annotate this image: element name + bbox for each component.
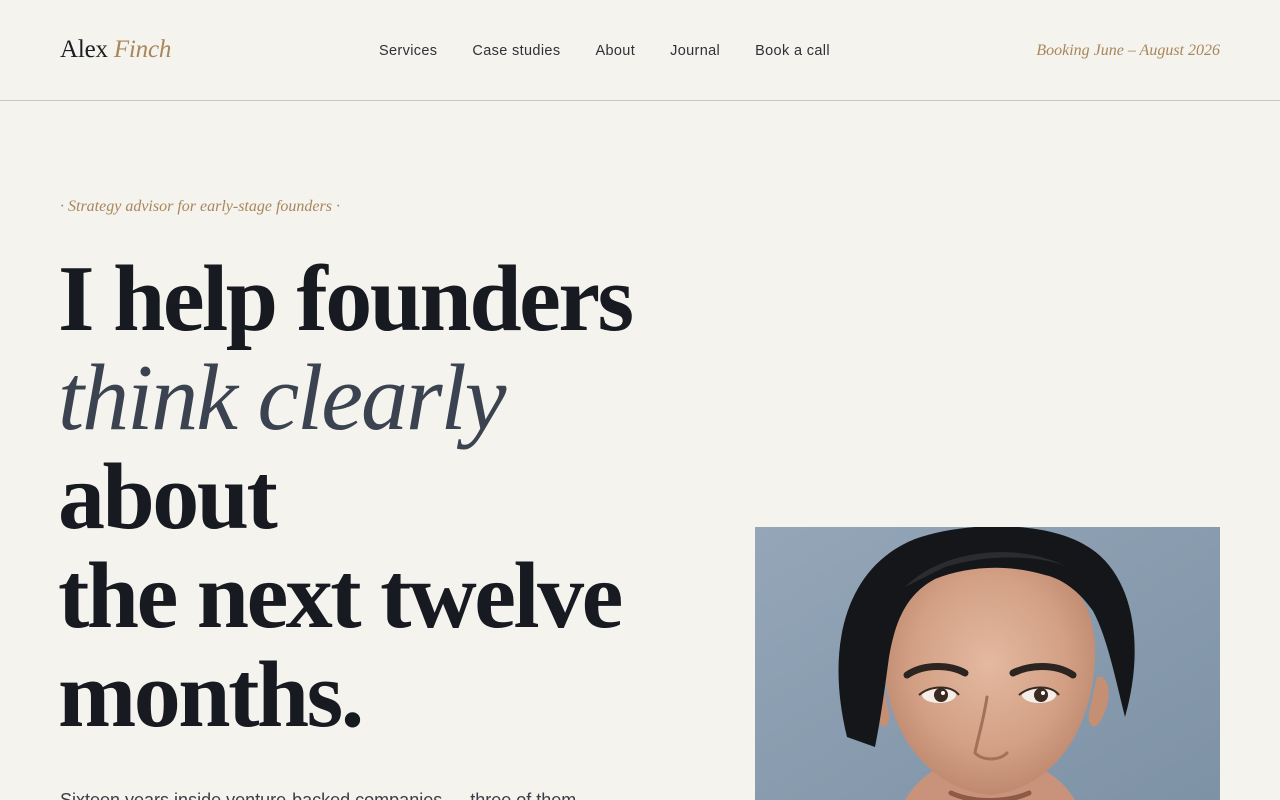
hero-lede: Sixteen years inside venture-backed comp… (60, 790, 577, 800)
nav-link-services[interactable]: Services (379, 40, 437, 62)
booking-availability: Booking June – August 2026 (1036, 42, 1220, 59)
founder-portrait-photo (755, 527, 1220, 800)
nav-link-journal[interactable]: Journal (670, 40, 720, 62)
brand-last-name: Finch (113, 36, 172, 63)
headline-line-1: I help founders (58, 247, 634, 351)
brand-logo[interactable]: Alex Finch (60, 33, 171, 67)
main-nav: Services Case studies About Journal Book… (379, 40, 830, 62)
site-header: Alex Finch Services Case studies About J… (0, 0, 1280, 101)
headline-line-2: think clearly (58, 346, 506, 450)
hero-eyebrow: · Strategy advisor for early-stage found… (60, 198, 340, 215)
founder-portrait (755, 527, 1220, 800)
headline-line-4: the next twelve (58, 544, 623, 648)
headline-line-5: months. (58, 643, 364, 747)
nav-link-case-studies[interactable]: Case studies (472, 40, 560, 62)
hero-headline: I help founders think clearly about the … (58, 250, 718, 745)
nav-link-book-a-call[interactable]: Book a call (755, 40, 830, 62)
nav-link-about[interactable]: About (595, 40, 635, 62)
headline-line-3: about (58, 445, 278, 549)
brand-first-name: Alex (60, 36, 108, 63)
